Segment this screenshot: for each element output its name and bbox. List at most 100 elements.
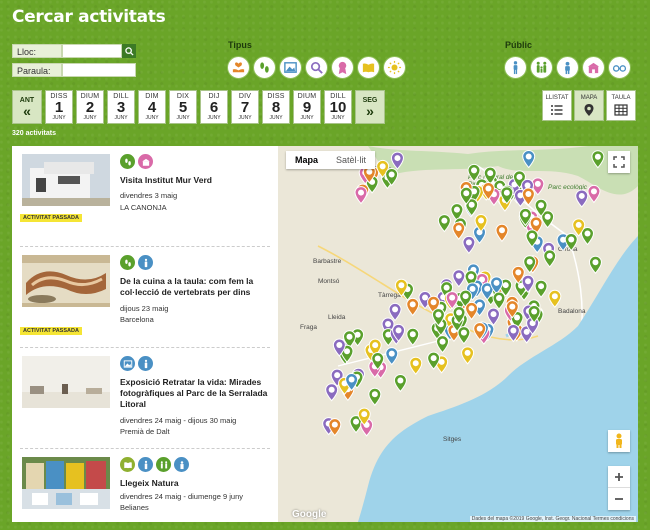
date-button[interactable]: DILL 10 JUNY [324,90,352,124]
map-marker[interactable] [521,187,535,206]
map-marker[interactable] [461,346,475,365]
adult-icon [513,61,518,75]
public-families-button[interactable] [530,56,553,79]
map-marker[interactable] [328,418,342,437]
activity-title[interactable]: Visita Institut Mur Verd [120,175,278,186]
list-view-button[interactable]: LLISTAT [542,90,572,121]
public-children-button[interactable] [556,56,579,79]
activity-place: LA CANONJA [120,203,167,212]
picture-icon [123,359,132,368]
date-button[interactable]: DIV 7 JUNY [231,90,259,124]
zoom-out-button[interactable] [608,488,630,510]
map-marker[interactable] [575,189,589,208]
map-marker[interactable] [587,184,601,204]
type-walks-button[interactable] [253,56,276,79]
map-marker[interactable] [368,387,382,407]
school-icon [587,62,600,74]
map-marker[interactable] [588,255,602,274]
book-icon [123,461,132,468]
public-seniors-button[interactable] [608,56,631,79]
hands-heart-icon [232,62,245,73]
map-marker[interactable] [406,327,420,347]
activity-card[interactable]: Visita Institut Mur Verd divendres 3 mai… [20,146,270,247]
activity-card[interactable]: Llegeix Natura divendres 24 maig - diume… [20,449,270,522]
activity-title[interactable]: De la cuina a la taula: com fem la col·l… [120,276,278,298]
next-arrow-icon: » [366,102,374,119]
activity-title[interactable]: Exposició Retratar la vida: Mirades foto… [120,377,278,410]
map-marker[interactable] [462,235,476,255]
type-exhibitions-button[interactable] [279,56,302,79]
type-outdoor-button[interactable] [383,56,406,79]
table-view-button[interactable]: TAULA [606,90,636,121]
activity-place: Belianes [120,503,149,512]
activity-thumbnail[interactable] [22,356,110,408]
activity-title[interactable]: Llegeix Natura [120,478,278,489]
date-button[interactable]: DIM 4 JUNY [138,90,166,124]
map-marker[interactable] [390,151,404,170]
map-marker[interactable] [406,297,420,317]
footprints-icon [260,62,269,73]
date-button[interactable]: DILL 3 JUNY [107,90,135,124]
map-marker[interactable] [409,356,423,375]
map-marker[interactable] [543,249,557,268]
map-marker[interactable] [492,291,506,310]
place-input[interactable] [62,44,122,58]
type-books-button[interactable] [357,56,380,79]
map-marker[interactable] [591,150,605,169]
activity-place: Premià de Dalt [120,427,170,436]
activity-thumbnail[interactable] [22,154,110,206]
type-awards-button[interactable] [331,56,354,79]
next-dates-button[interactable]: SEG » [355,90,385,124]
street-view-button[interactable] [608,430,630,452]
map-marker[interactable] [393,373,407,393]
activity-map[interactable]: TrempParc Natural de l'Alt PirineuParc e… [278,146,638,522]
activity-card[interactable]: De la cuina a la taula: com fem la col·l… [20,247,270,348]
map-marker[interactable] [486,307,500,326]
map-marker[interactable] [457,326,471,345]
type-research-button[interactable] [305,56,328,79]
date-button[interactable]: DISS 8 JUNY [262,90,290,124]
map-marker[interactable] [354,186,368,205]
date-button[interactable]: DIUM 9 JUNY [293,90,321,124]
date-button[interactable]: DISS 1 JUNY [45,90,73,124]
public-schools-button[interactable] [582,56,605,79]
page-title: Cercar activitats [12,7,166,27]
prev-dates-button[interactable]: ANT « [12,90,42,124]
map-marker[interactable] [437,214,451,233]
type-volunteering-button[interactable] [227,56,250,79]
tab-satellite[interactable]: Satèl·lit [327,151,375,169]
glasses-icon [612,65,627,72]
date-button[interactable]: DIJ 6 JUNY [200,90,228,124]
map-marker[interactable] [522,150,536,169]
date-mon: JUNY [269,115,283,121]
results-count: 320 activitats [12,130,56,137]
map-marker[interactable] [325,383,339,402]
map-marker[interactable] [467,163,481,183]
school-icon [141,158,150,166]
map-marker[interactable] [564,233,578,252]
fullscreen-button[interactable] [608,151,630,173]
activity-thumbnail[interactable] [22,255,110,307]
map-marker[interactable] [495,223,509,243]
zoom-in-button[interactable] [608,466,630,488]
map-marker[interactable] [465,301,479,321]
map-marker[interactable] [452,269,466,288]
map-marker[interactable] [548,289,562,309]
date-button[interactable]: DIX 5 JUNY [169,90,197,124]
map-markers [322,150,605,437]
public-adults-button[interactable] [504,56,527,79]
map-marker[interactable] [436,335,450,354]
activity-thumbnail[interactable] [22,457,110,509]
map-marker[interactable] [385,347,399,366]
activity-card[interactable]: Exposició Retratar la vida: Mirades foto… [20,348,270,449]
map-credits[interactable]: Dades del mapa ©2019 Google, Inst. Geogr… [469,516,636,522]
search-button[interactable] [122,44,136,58]
map-marker[interactable] [388,302,402,322]
tab-map[interactable]: Mapa [286,151,327,169]
map-view-button[interactable]: MAPA [574,90,604,121]
map-marker[interactable] [534,279,548,298]
word-input[interactable] [62,63,136,77]
date-button[interactable]: DIUM 2 JUNY [76,90,104,124]
map-marker[interactable] [452,221,466,240]
badge-families [156,457,171,472]
